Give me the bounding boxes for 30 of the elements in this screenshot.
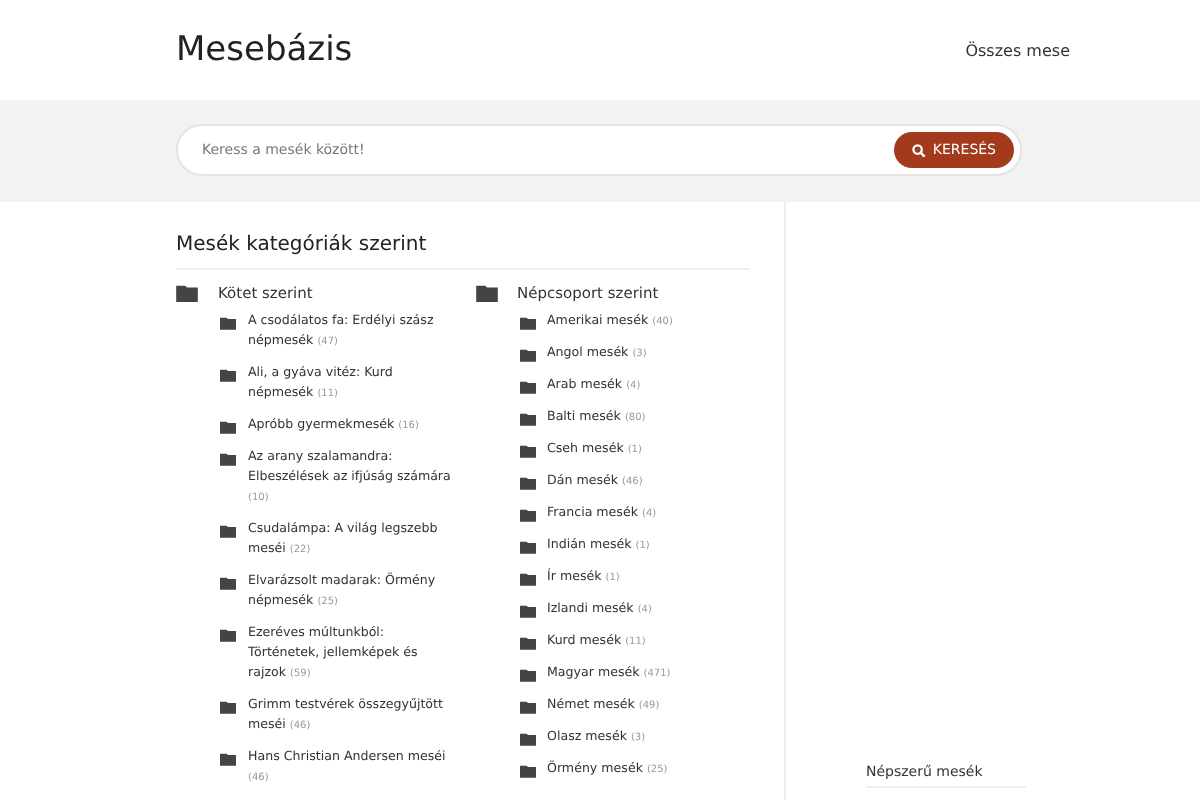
folder-icon [220, 628, 236, 642]
folder-icon [519, 540, 535, 554]
folder-icon [220, 368, 236, 382]
folder-icon [475, 284, 497, 302]
nav-link[interactable]: Összes mese [965, 41, 1070, 59]
folder-icon [220, 420, 236, 434]
folder-icon [519, 348, 535, 362]
search-icon [912, 143, 927, 157]
folder-icon [519, 700, 535, 714]
folder-icon [220, 452, 236, 466]
folder-icon [519, 604, 535, 618]
folder-icon [220, 752, 236, 766]
site-logo[interactable]: Mesebázis [176, 30, 353, 70]
folder-icon [220, 316, 236, 330]
folder-icon [519, 316, 535, 330]
folder-icon [519, 444, 535, 458]
folder-icon [220, 524, 236, 538]
folder-icon [519, 636, 535, 650]
folder-icon [519, 476, 535, 490]
folder-icon [176, 284, 198, 302]
folder-icon [519, 508, 535, 522]
folder-icon [220, 576, 236, 590]
folder-icon [519, 572, 535, 586]
folder-icon [519, 412, 535, 426]
folder-icon [220, 700, 236, 714]
folder-icon [519, 668, 535, 682]
folder-icon [519, 764, 535, 778]
folder-icon [519, 732, 535, 746]
folder-icon [519, 380, 535, 394]
section-title: Mesék kategóriák szerint [176, 234, 750, 270]
